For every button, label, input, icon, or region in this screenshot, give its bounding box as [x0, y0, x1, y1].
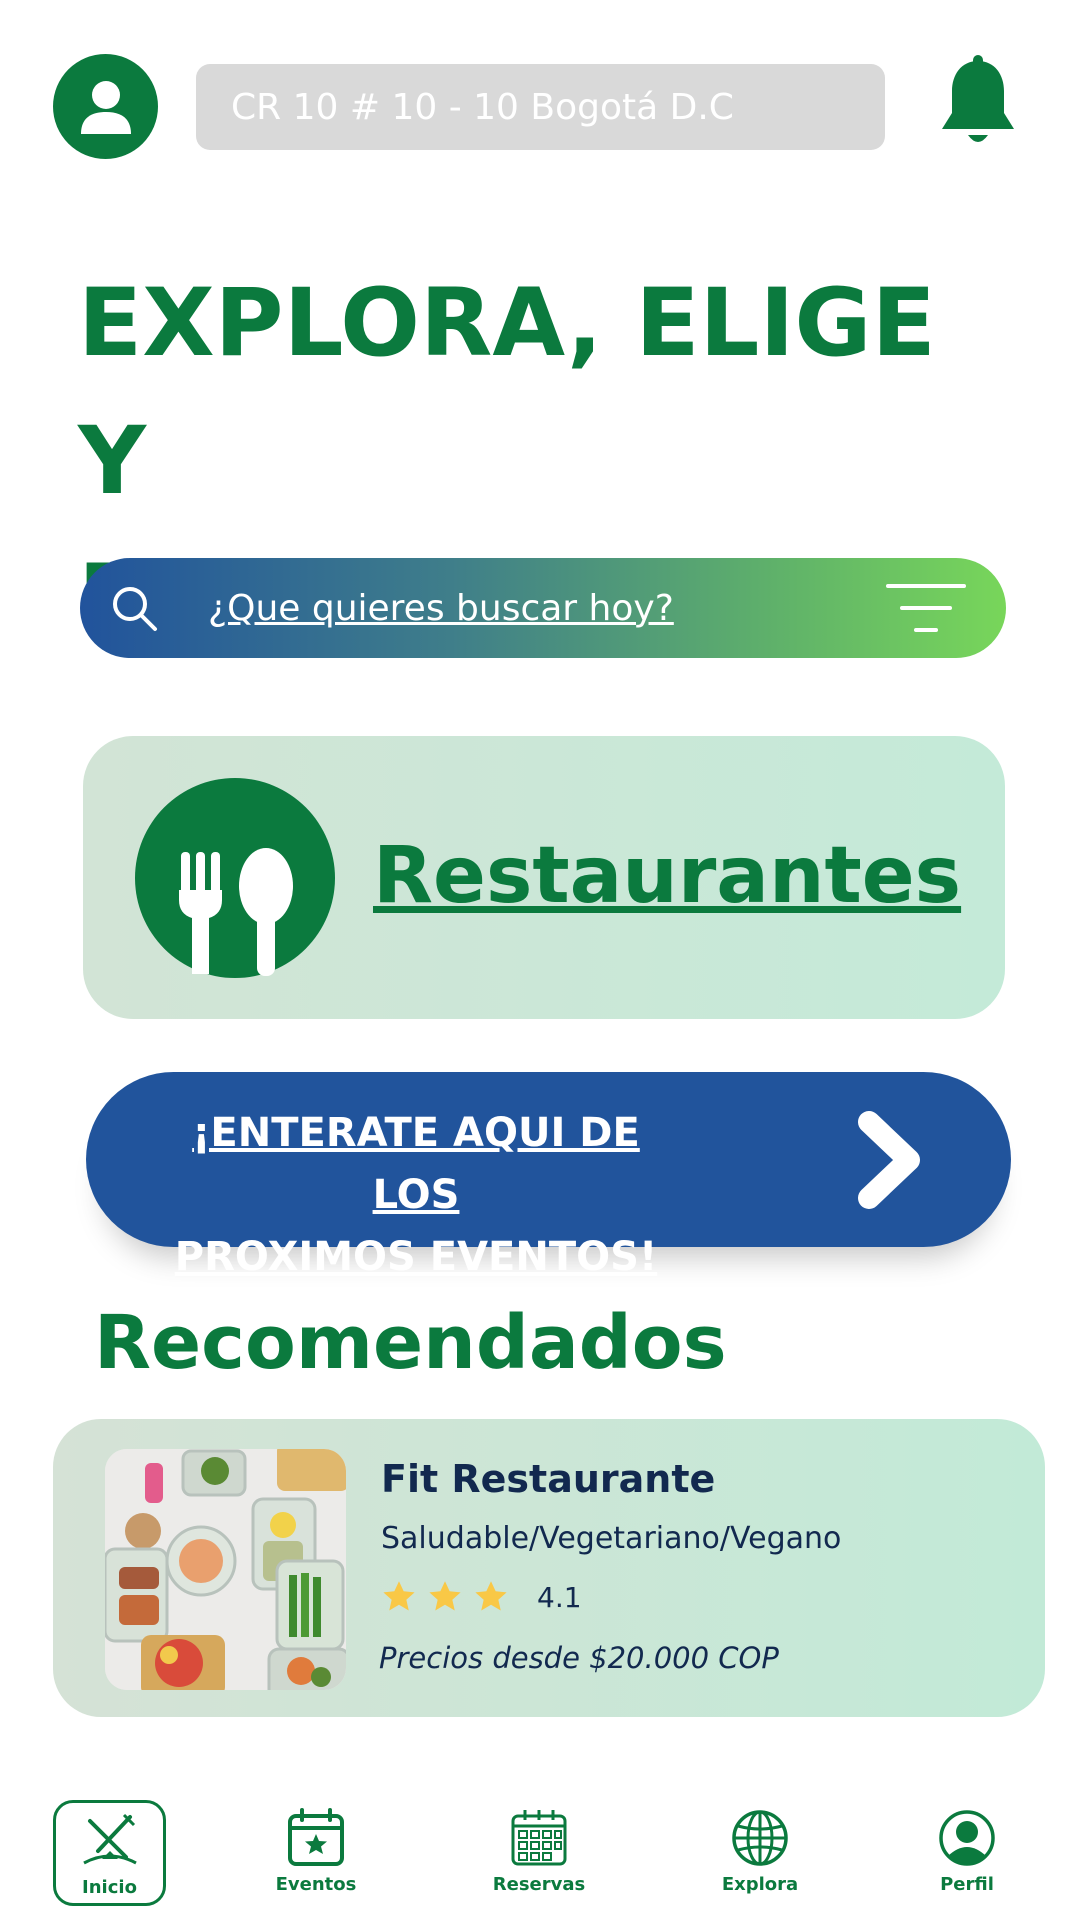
filter-icon[interactable] [886, 582, 966, 634]
search-icon[interactable] [110, 584, 158, 632]
events-banner-button[interactable]: ¡ENTERATE AQUI DE LOS PROXIMOS EVENTOS! [86, 1072, 1011, 1280]
star-icon [429, 1581, 461, 1611]
nav-item-reservas[interactable]: Reservas [479, 1800, 599, 1906]
events-banner-text: ¡ENTERATE AQUI DE LOS PROXIMOS EVENTOS! [146, 1102, 686, 1288]
star-icon [383, 1581, 415, 1611]
star-icon [475, 1581, 507, 1611]
calendar-star-icon [288, 1808, 344, 1866]
nav-label-eventos: Eventos [275, 1874, 357, 1895]
address-text: CR 10 # 10 - 10 Bogotá D.C [231, 86, 734, 128]
nav-item-explora[interactable]: Explora [700, 1800, 820, 1906]
restaurants-category-card[interactable]: Restaurantes [83, 736, 1005, 1019]
address-field[interactable]: CR 10 # 10 - 10 Bogotá D.C [196, 64, 885, 150]
nav-label-reservas: Reservas [492, 1874, 586, 1895]
headline-line-1: EXPLORA, ELIGE Y [78, 269, 936, 516]
nav-label-perfil: Perfil [940, 1874, 994, 1895]
globe-icon [732, 1810, 788, 1866]
restaurants-label[interactable]: Restaurantes [373, 831, 961, 921]
events-banner-line-1: ¡ENTERATE AQUI DE LOS [192, 1110, 640, 1218]
restaurant-price: Precios desde $20.000 COP [379, 1641, 779, 1675]
home-dining-icon [82, 1813, 137, 1865]
nav-item-eventos[interactable]: Eventos [256, 1800, 376, 1906]
bell-icon[interactable] [935, 55, 1021, 151]
calendar-grid-icon [511, 1810, 567, 1866]
events-banner-line-2: PROXIMOS EVENTOS! [174, 1234, 658, 1280]
profile-icon [939, 1810, 995, 1866]
rating-stars [381, 1579, 509, 1615]
recommended-card[interactable]: Fit Restaurante Saludable/Vegetariano/Ve… [53, 1419, 1045, 1717]
chevron-right-icon [858, 1111, 920, 1209]
restaurant-categories: Saludable/Vegetariano/Vegano [381, 1521, 842, 1556]
nav-item-inicio[interactable]: Inicio [53, 1800, 166, 1906]
user-icon [80, 80, 131, 134]
nav-label-inicio: Inicio [82, 1877, 137, 1898]
nav-label-explora: Explora [721, 1874, 799, 1895]
rating-value: 4.1 [537, 1581, 582, 1614]
restaurant-name[interactable]: Fit Restaurante [381, 1457, 715, 1501]
search-input[interactable]: ¿Que quieres buscar hoy? [208, 588, 886, 629]
search-bar[interactable]: ¿Que quieres buscar hoy? [80, 558, 1006, 658]
avatar[interactable] [53, 54, 158, 159]
fork-spoon-icon [135, 778, 335, 978]
nav-item-perfil[interactable]: Perfil [907, 1800, 1027, 1906]
restaurant-food-image [105, 1449, 346, 1690]
recommended-title: Recomendados [94, 1300, 727, 1386]
